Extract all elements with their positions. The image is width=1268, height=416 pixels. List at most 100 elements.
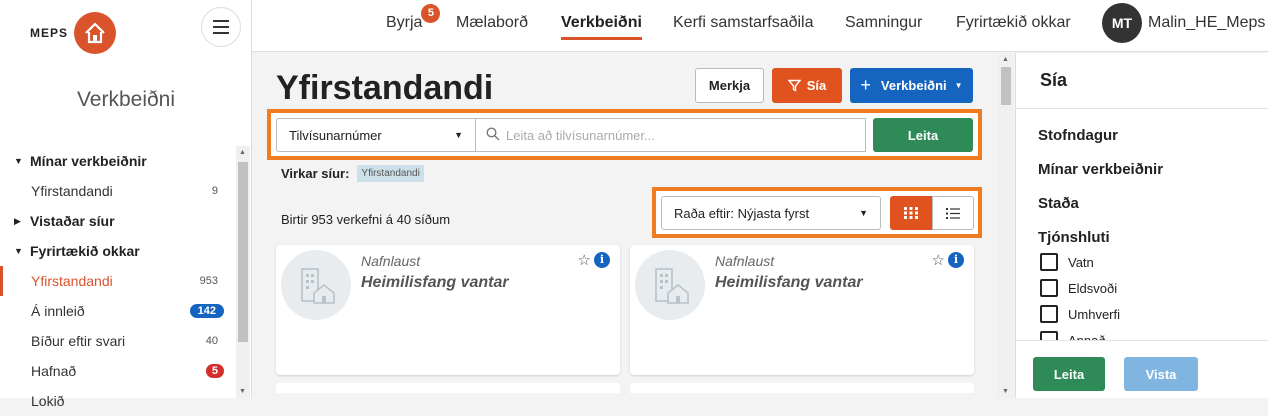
search-field-value: Tilvísunarnúmer	[289, 127, 382, 143]
scrollbar-thumb[interactable]	[238, 162, 248, 342]
sidebar-group-label: Mínar verkbeiðnir	[30, 153, 147, 169]
scroll-up-icon[interactable]: ▲	[239, 149, 246, 156]
main-scrollbar[interactable]: ▲ ▼	[998, 53, 1014, 398]
sidebar-item-awaiting-reply[interactable]: Bíður eftir svari 40	[0, 326, 236, 356]
search-field-select[interactable]: Tilvísunarnúmer ▼	[276, 118, 476, 152]
page-title: Yfirstandandi	[276, 69, 494, 107]
filter-panel-title: Sía	[1040, 70, 1068, 90]
filter-button[interactable]: Sía	[772, 68, 842, 103]
logo-text: MEPS	[30, 26, 69, 40]
scroll-up-icon[interactable]: ▲	[1002, 56, 1009, 63]
checkbox[interactable]	[1040, 253, 1058, 271]
sidebar-item-badge: 142	[189, 304, 224, 318]
star-icon[interactable]: ☆	[578, 251, 591, 269]
card-name: Nafnlaust	[361, 253, 421, 269]
sidebar-group-our-company[interactable]: ▼ Fyrirtækið okkar	[0, 236, 236, 266]
card-address: Heimilisfang vantar	[361, 274, 509, 291]
card-address: Heimilisfang vantar	[715, 274, 863, 291]
active-filter-tag[interactable]: Yfirstandandi	[357, 165, 424, 182]
top-navigation: Byrja 5 Mælaborð Verkbeiðni Kerfi samsta…	[252, 0, 1268, 52]
checkbox-environment[interactable]: Umhverfi	[1040, 305, 1120, 323]
info-icon[interactable]: i	[948, 252, 964, 268]
list-icon	[946, 207, 960, 219]
nav-dashboard[interactable]: Mælaborð	[456, 14, 528, 32]
sidebar-scrollbar[interactable]: ▲ ▼	[236, 146, 250, 398]
result-summary: Birtir 953 verkefni á 40 síðum	[281, 212, 451, 227]
chevron-down-icon: ▼	[454, 130, 463, 140]
sidebar-item-company-current[interactable]: Yfirstandandi 953	[0, 266, 236, 296]
checkbox-label: Eldsvoði	[1068, 280, 1118, 296]
checkbox[interactable]	[1040, 305, 1058, 323]
caret-down-icon: ▼	[14, 156, 23, 166]
house-logo-icon	[74, 12, 117, 54]
filter-panel-footer: Leita Vista	[1016, 340, 1268, 398]
work-order-card[interactable]: Nafnlaust Heimilisfang vantar ☆ i	[276, 245, 620, 375]
checkbox[interactable]	[1040, 279, 1058, 297]
checkbox-water[interactable]: Vatn	[1040, 253, 1094, 271]
star-icon[interactable]: ☆	[932, 251, 945, 269]
menu-toggle-button[interactable]	[201, 7, 241, 47]
search-input[interactable]: Leita að tilvísunarnúmer...	[476, 118, 866, 152]
sidebar-title: Verkbeiðni	[76, 88, 176, 111]
building-icon	[635, 250, 705, 320]
new-work-order-button[interactable]: + Verkbeiðni ▼	[850, 68, 973, 103]
filter-section-my-requests[interactable]: Mínar verkbeiðnir	[1038, 161, 1163, 178]
nav-byrja[interactable]: Byrja 5	[386, 4, 441, 32]
funnel-icon	[787, 79, 801, 92]
work-order-card-partial[interactable]	[630, 383, 974, 393]
caret-right-icon: ▶	[14, 215, 21, 226]
save-filter-button[interactable]: Vista	[1124, 357, 1198, 391]
apply-filter-button[interactable]: Leita	[1033, 357, 1105, 391]
sidebar-group-label: Vistaðar síur	[30, 213, 115, 229]
plus-icon: +	[860, 75, 871, 95]
filter-section-damage-part[interactable]: Tjónshluti	[1038, 229, 1110, 246]
work-order-card-partial[interactable]	[276, 383, 620, 393]
sidebar-item-count: 953	[199, 275, 218, 287]
caret-down-icon: ▼	[954, 81, 963, 90]
scrollbar-thumb[interactable]	[1001, 67, 1011, 105]
search-icon	[486, 127, 500, 141]
sidebar-item-count: 9	[211, 185, 218, 197]
username[interactable]: Malin_HE_Meps	[1148, 14, 1265, 32]
scroll-down-icon[interactable]: ▼	[1002, 388, 1009, 395]
sidebar-item-label: Yfirstandandi	[31, 183, 113, 199]
nav-work-orders[interactable]: Verkbeiðni	[561, 14, 642, 40]
sidebar-item-rejected[interactable]: Hafnað 5	[0, 356, 236, 386]
hamburger-icon	[213, 20, 229, 22]
search-button[interactable]: Leita	[873, 118, 973, 152]
sort-controls: Raða eftir: Nýjasta fyrst ▼	[652, 187, 982, 238]
notification-badge: 5	[421, 4, 441, 23]
sort-select[interactable]: Raða eftir: Nýjasta fyrst ▼	[661, 196, 881, 230]
sidebar-item-incoming[interactable]: Á innleið 142	[0, 296, 236, 326]
filter-section-status[interactable]: Staða	[1038, 195, 1079, 212]
sidebar-list: ▼ Mínar verkbeiðnir Yfirstandandi 9 ▶ Vi…	[0, 146, 236, 416]
sidebar-item-label: Lokið	[31, 393, 65, 409]
mark-button[interactable]: Merkja	[695, 68, 764, 103]
nav-contract[interactable]: Samningur	[845, 14, 922, 32]
nav-partner-systems[interactable]: Kerfi samstarfsaðila	[673, 14, 814, 32]
caret-down-icon: ▼	[14, 246, 23, 256]
grid-view-button[interactable]	[890, 196, 932, 230]
checkbox-label: Vatn	[1068, 254, 1094, 270]
sidebar-item-label: Bíður eftir svari	[31, 333, 126, 349]
filter-button-label: Sía	[806, 78, 827, 93]
avatar[interactable]: MT	[1102, 3, 1142, 43]
divider	[1016, 108, 1268, 109]
sidebar-item-completed[interactable]: Lokið	[0, 386, 236, 416]
sidebar-item-count: 40	[205, 335, 218, 347]
scroll-down-icon[interactable]: ▼	[239, 388, 246, 395]
filter-section-created-date[interactable]: Stofndagur	[1038, 127, 1118, 144]
sidebar-item-badge: 5	[205, 364, 224, 378]
meps-logo[interactable]: MEPS	[30, 12, 117, 54]
sidebar-item-my-current[interactable]: Yfirstandandi 9	[0, 176, 236, 206]
card-name: Nafnlaust	[715, 253, 775, 269]
sidebar-group-saved-filters[interactable]: ▶ Vistaðar síur	[0, 206, 236, 236]
nav-our-company[interactable]: Fyrirtækið okkar	[956, 14, 1071, 32]
info-icon[interactable]: i	[594, 252, 610, 268]
work-order-card[interactable]: Nafnlaust Heimilisfang vantar ☆ i	[630, 245, 974, 375]
filter-panel: Sía Stofndagur Mínar verkbeiðnir Staða T…	[1015, 53, 1268, 398]
sidebar-item-label: Hafnað	[31, 363, 77, 379]
sidebar-group-my-requests[interactable]: ▼ Mínar verkbeiðnir	[0, 146, 236, 176]
checkbox-fire[interactable]: Eldsvoði	[1040, 279, 1117, 297]
list-view-button[interactable]	[932, 196, 974, 230]
